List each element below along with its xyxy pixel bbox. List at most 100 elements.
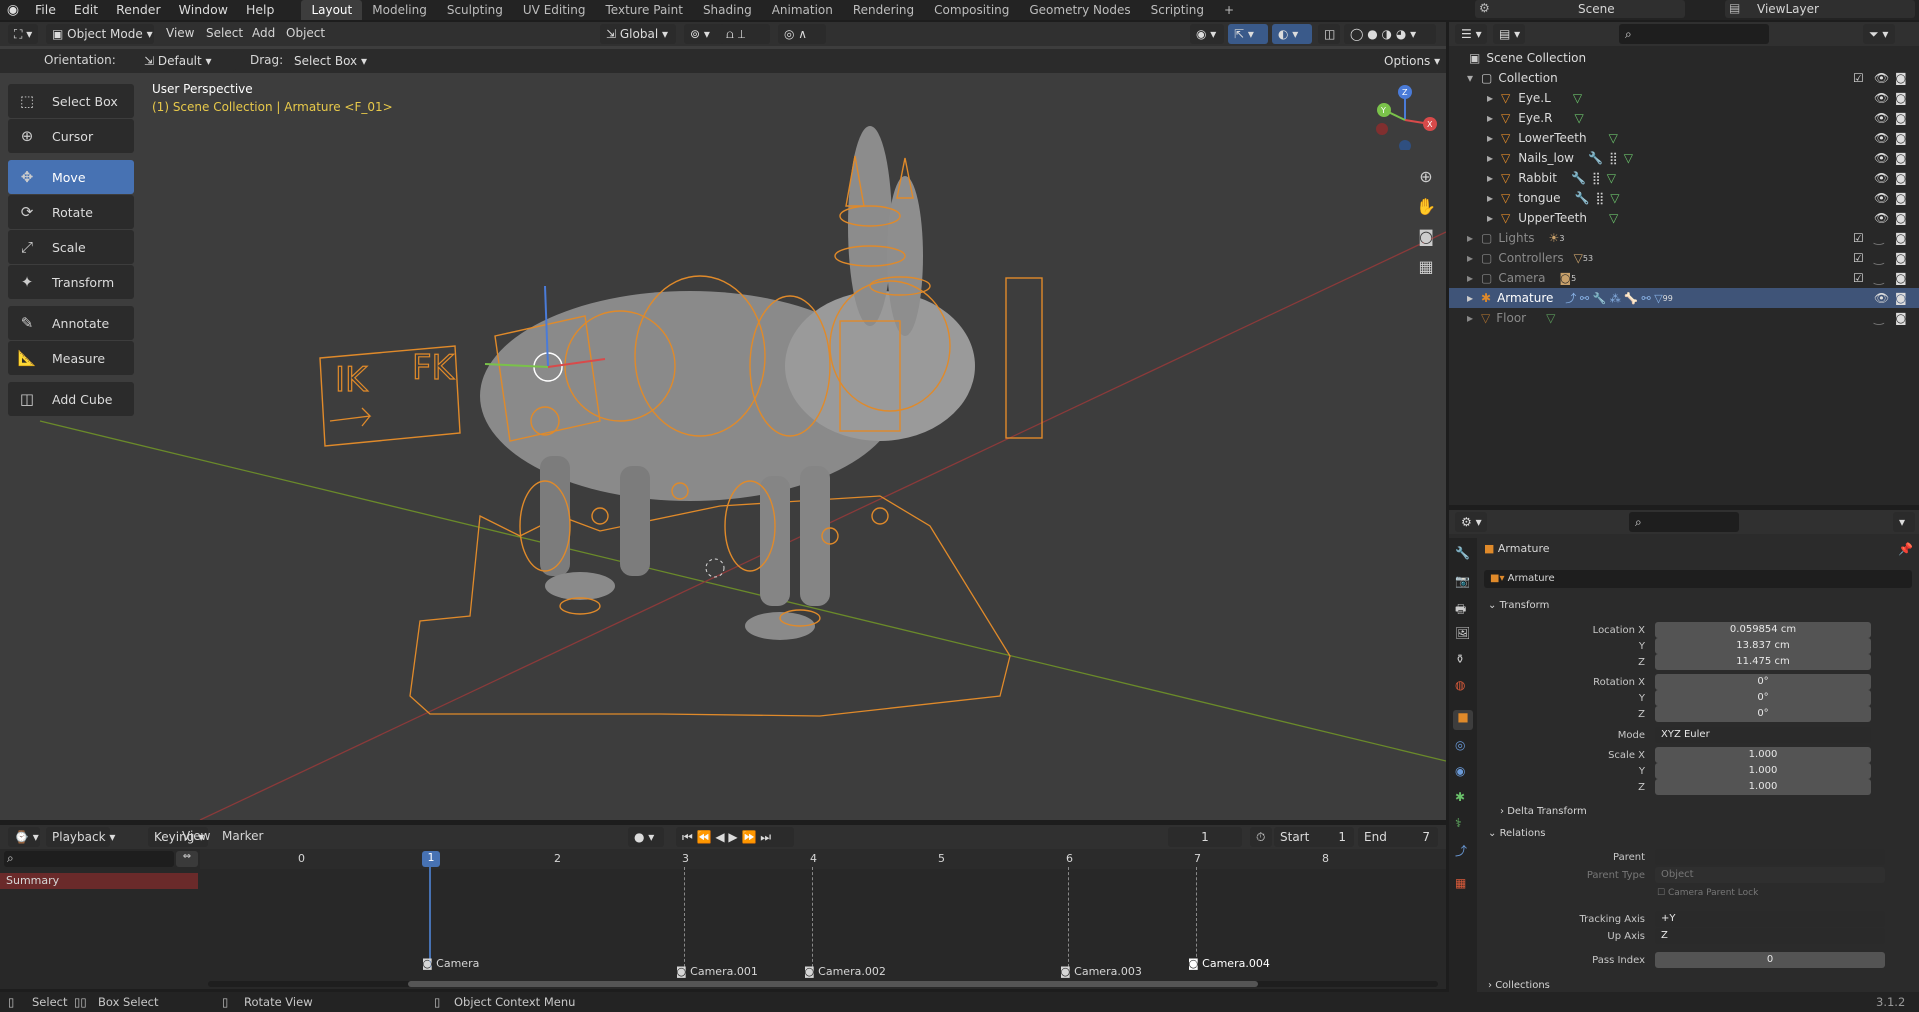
tool-measure[interactable]: 📐 Measure xyxy=(8,341,134,375)
eye-icon[interactable]: 👁 xyxy=(1874,191,1889,205)
outliner-row-nails-low[interactable]: ▸ ▽ Nails_low 🔧 ⣿ ▽ 👁 ◙ xyxy=(1449,148,1919,168)
current-frame-indicator[interactable]: 1 xyxy=(422,851,440,867)
tracking-axis-dropdown[interactable]: +Y xyxy=(1655,911,1885,927)
current-frame-field[interactable]: 1 xyxy=(1168,827,1242,847)
menu-help[interactable]: Help xyxy=(237,0,284,20)
outliner-row-upperteeth[interactable]: ▸ ▽ UpperTeeth ▽ 👁 ◙ xyxy=(1449,208,1919,228)
tab-animation[interactable]: Animation xyxy=(762,0,843,20)
outliner-row-rabbit[interactable]: ▸ ▽ Rabbit 🔧 ⣿ ▽ 👁 ◙ xyxy=(1449,168,1919,188)
outliner-row-collection[interactable]: ▾ ▢ Collection ☑ 👁 ◙ xyxy=(1449,68,1919,88)
options-dropdown[interactable]: Options ▾ xyxy=(1378,51,1440,71)
tab-sculpting[interactable]: Sculpting xyxy=(437,0,513,20)
frame-ruler[interactable]: 0 1 2 3 4 5 6 7 8 xyxy=(200,849,1446,869)
camera-render-icon[interactable]: ◙ xyxy=(1895,91,1907,105)
tab-rendering[interactable]: Rendering xyxy=(843,0,924,20)
delta-transform-panel[interactable]: › Delta Transform xyxy=(1500,806,1587,817)
outliner-search-input[interactable]: ⌕ xyxy=(1619,24,1769,44)
marker-camera-001[interactable]: ◙ Camera.001 xyxy=(676,965,758,978)
location-x-field[interactable]: 0.059854 cm xyxy=(1655,622,1871,638)
camera-view-icon[interactable]: ◙ xyxy=(1412,223,1440,251)
camera-render-icon[interactable]: ◙ xyxy=(1895,151,1907,165)
armature-data-tab-icon[interactable]: ⚕ xyxy=(1455,816,1462,830)
eye-icon[interactable]: 👁 xyxy=(1874,171,1889,185)
output-tab-icon[interactable]: 🖶 xyxy=(1455,600,1466,621)
view-layer-tab-icon[interactable]: 🖼 xyxy=(1455,626,1470,640)
eye-icon[interactable]: 👁 xyxy=(1874,291,1889,305)
eye-closed-icon[interactable]: ‿ xyxy=(1874,271,1884,285)
location-y-field[interactable]: 13.837 cm xyxy=(1655,638,1871,654)
eye-icon[interactable]: 👁 xyxy=(1874,151,1889,165)
tab-modeling[interactable]: Modeling xyxy=(362,0,437,20)
outliner-row-tongue[interactable]: ▸ ▽ tongue 🔧 ⣿ ▽ 👁 ◙ xyxy=(1449,188,1919,208)
rotation-z-field[interactable]: 0° xyxy=(1655,706,1871,722)
properties-options-icon[interactable]: ▾ xyxy=(1893,512,1915,532)
camera-render-icon[interactable]: ◙ xyxy=(1895,111,1907,125)
menu-edit[interactable]: Edit xyxy=(65,0,107,20)
collections-panel-title[interactable]: › Collections xyxy=(1488,980,1550,991)
timeline-search-input[interactable]: ⌕ xyxy=(4,851,174,867)
outliner-editor-type-icon[interactable]: ☰ ▾ xyxy=(1455,24,1487,44)
outliner-row-lights[interactable]: ▸ ▢ Lights ☀ 3 ☑ ‿ ◙ xyxy=(1449,228,1919,248)
tool-move[interactable]: ✥ Move xyxy=(8,160,134,194)
menu-window[interactable]: Window xyxy=(170,0,237,20)
proportional-edit-icon[interactable]: ◎ ∧ xyxy=(778,24,826,44)
outliner-row-lowerteeth[interactable]: ▸ ▽ LowerTeeth ▽ 👁 ◙ xyxy=(1449,128,1919,148)
outliner-row-camera[interactable]: ▸ ▢ Camera ◙ 5 ☑ ‿ ◙ xyxy=(1449,268,1919,288)
eye-icon[interactable]: 👁 xyxy=(1874,211,1889,225)
camera-render-icon[interactable]: ◙ xyxy=(1895,251,1907,265)
timeline-area[interactable]: ⌕ ⇔ Summary 0 1 2 3 4 5 6 7 8 ◙ Camera ◙… xyxy=(0,849,1446,989)
tab-layout[interactable]: Layout xyxy=(301,0,363,20)
scale-y-field[interactable]: 1.000 xyxy=(1655,763,1871,779)
add-workspace-icon[interactable]: + xyxy=(1214,0,1244,20)
eye-icon[interactable]: 👁 xyxy=(1874,131,1889,145)
ortho-grid-icon[interactable]: ▦ xyxy=(1412,253,1440,281)
camera-render-icon[interactable]: ◙ xyxy=(1895,171,1907,185)
xray-icon[interactable]: ◫ xyxy=(1318,24,1340,44)
checkbox-icon[interactable]: ☑ xyxy=(1853,231,1864,245)
tool-rotate[interactable]: ⟳ Rotate xyxy=(8,195,134,229)
marker-camera-004[interactable]: ◙ Camera.004 xyxy=(1188,957,1270,970)
outliner-scene-collection[interactable]: ▣ Scene Collection xyxy=(1449,48,1919,68)
modifier-tab-icon[interactable]: ◎ xyxy=(1455,738,1465,752)
scene-selector[interactable]: ⚙ Scene xyxy=(1475,0,1685,18)
marker-camera-002[interactable]: ◙ Camera.002 xyxy=(804,965,886,978)
record-icon[interactable]: ● ▾ xyxy=(628,827,664,847)
tab-uv-editing[interactable]: UV Editing xyxy=(513,0,596,20)
texture-tab-icon[interactable]: ▦ xyxy=(1455,876,1466,890)
scale-x-field[interactable]: 1.000 xyxy=(1655,747,1871,763)
rotation-y-field[interactable]: 0° xyxy=(1655,690,1871,706)
eye-closed-icon[interactable]: ‿ xyxy=(1874,231,1884,245)
eye-icon[interactable]: 👁 xyxy=(1874,111,1889,125)
tab-texture-paint[interactable]: Texture Paint xyxy=(596,0,693,20)
marker-camera[interactable]: ◙ Camera xyxy=(422,957,479,970)
camera-render-icon[interactable]: ◙ xyxy=(1895,131,1907,145)
menu-render[interactable]: Render xyxy=(107,0,170,20)
eye-closed-icon[interactable]: ‿ xyxy=(1874,311,1884,325)
menu-object[interactable]: Object xyxy=(286,26,325,40)
outliner-row-controllers[interactable]: ▸ ▢ Controllers ▽ 53 ☑ ‿ ◙ xyxy=(1449,248,1919,268)
blender-logo-icon[interactable]: ◉ xyxy=(0,2,26,18)
navigation-gizmo[interactable]: Z X Y xyxy=(1372,84,1438,152)
constraints-tab-icon[interactable]: ✱ xyxy=(1455,790,1465,804)
checkbox-icon[interactable]: ☑ xyxy=(1853,251,1864,265)
menu-view-timeline[interactable]: View xyxy=(182,829,210,843)
timeline-editor-type-icon[interactable]: ⌚ ▾ xyxy=(8,827,40,847)
camera-render-icon[interactable]: ◙ xyxy=(1895,191,1907,205)
outliner-row-eye-r[interactable]: ▸ ▽ Eye.R ▽ 👁 ◙ xyxy=(1449,108,1919,128)
visibility-icon[interactable]: ◉ ▾ xyxy=(1190,24,1224,44)
eye-icon[interactable]: 👁 xyxy=(1874,91,1889,105)
menu-file[interactable]: File xyxy=(26,0,65,20)
snap-icon[interactable]: ⩍ ⟂ xyxy=(720,24,770,44)
tool-cursor[interactable]: ⊕ Cursor xyxy=(8,119,134,153)
eye-icon[interactable]: 👁 xyxy=(1874,71,1889,85)
end-frame-field[interactable]: End 7 xyxy=(1358,827,1438,847)
location-z-field[interactable]: 11.475 cm xyxy=(1655,654,1871,670)
filter-icon[interactable]: ⏷ ▾ xyxy=(1863,24,1895,44)
stopwatch-icon[interactable]: ⏱ xyxy=(1250,827,1272,847)
world-tab-icon[interactable]: ◍ xyxy=(1455,678,1465,692)
camera-render-icon[interactable]: ◙ xyxy=(1895,291,1907,305)
zoom-icon[interactable]: ⊕ xyxy=(1412,163,1440,191)
tool-tab-icon[interactable]: 🔧 xyxy=(1455,546,1470,560)
bone-tab-icon[interactable]: ⤴ xyxy=(1455,842,1467,859)
object-name-input[interactable]: ■▾ Armature xyxy=(1484,570,1912,588)
